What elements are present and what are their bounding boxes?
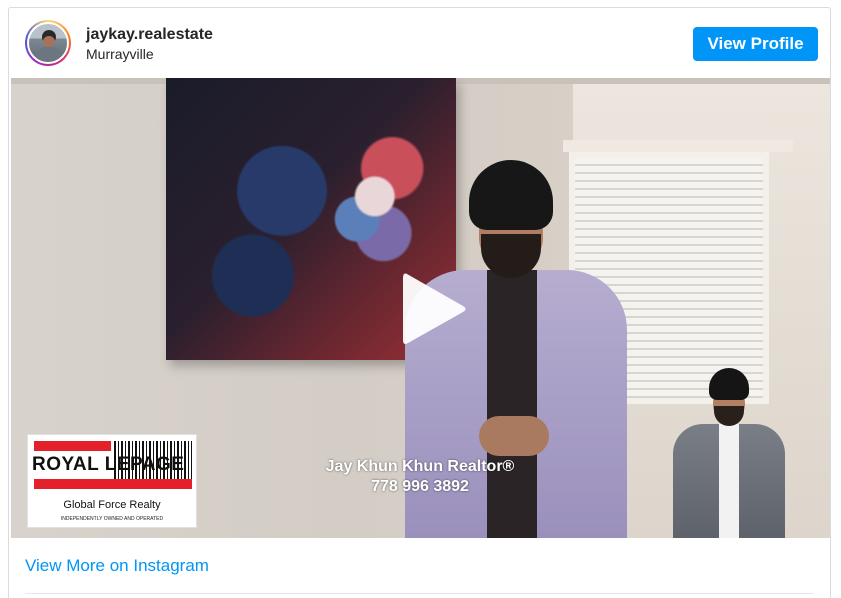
divider xyxy=(25,593,814,594)
royal-lepage-logo: ROYAL LEPAGE Global Force Realty INDEPEN… xyxy=(27,434,197,528)
profile-location[interactable]: Murrayville xyxy=(86,46,154,62)
avatar-image xyxy=(27,22,69,64)
play-icon[interactable] xyxy=(385,264,475,354)
logo-tagline: INDEPENDENTLY OWNED AND OPERATED xyxy=(60,516,164,522)
overlay-phone-number: 778 996 3892 xyxy=(371,478,469,495)
realtor-cutout xyxy=(663,368,793,538)
logo-subtitle: Global Force Realty xyxy=(63,499,161,511)
post-header: jaykay.realestate Murrayville View Profi… xyxy=(9,8,830,78)
profile-avatar[interactable] xyxy=(25,20,71,66)
view-more-on-instagram-link[interactable]: View More on Instagram xyxy=(25,556,209,576)
overlay-realtor-name: Jay Khun Khun Realtor® xyxy=(325,458,515,475)
profile-username[interactable]: jaykay.realestate xyxy=(86,26,213,44)
view-profile-button[interactable]: View Profile xyxy=(693,27,818,61)
logo-brand-text: ROYAL LEPAGE xyxy=(32,454,185,475)
video-preview[interactable]: ROYAL LEPAGE Global Force Realty INDEPEN… xyxy=(11,78,830,538)
instagram-embed-card: jaykay.realestate Murrayville View Profi… xyxy=(8,7,831,598)
